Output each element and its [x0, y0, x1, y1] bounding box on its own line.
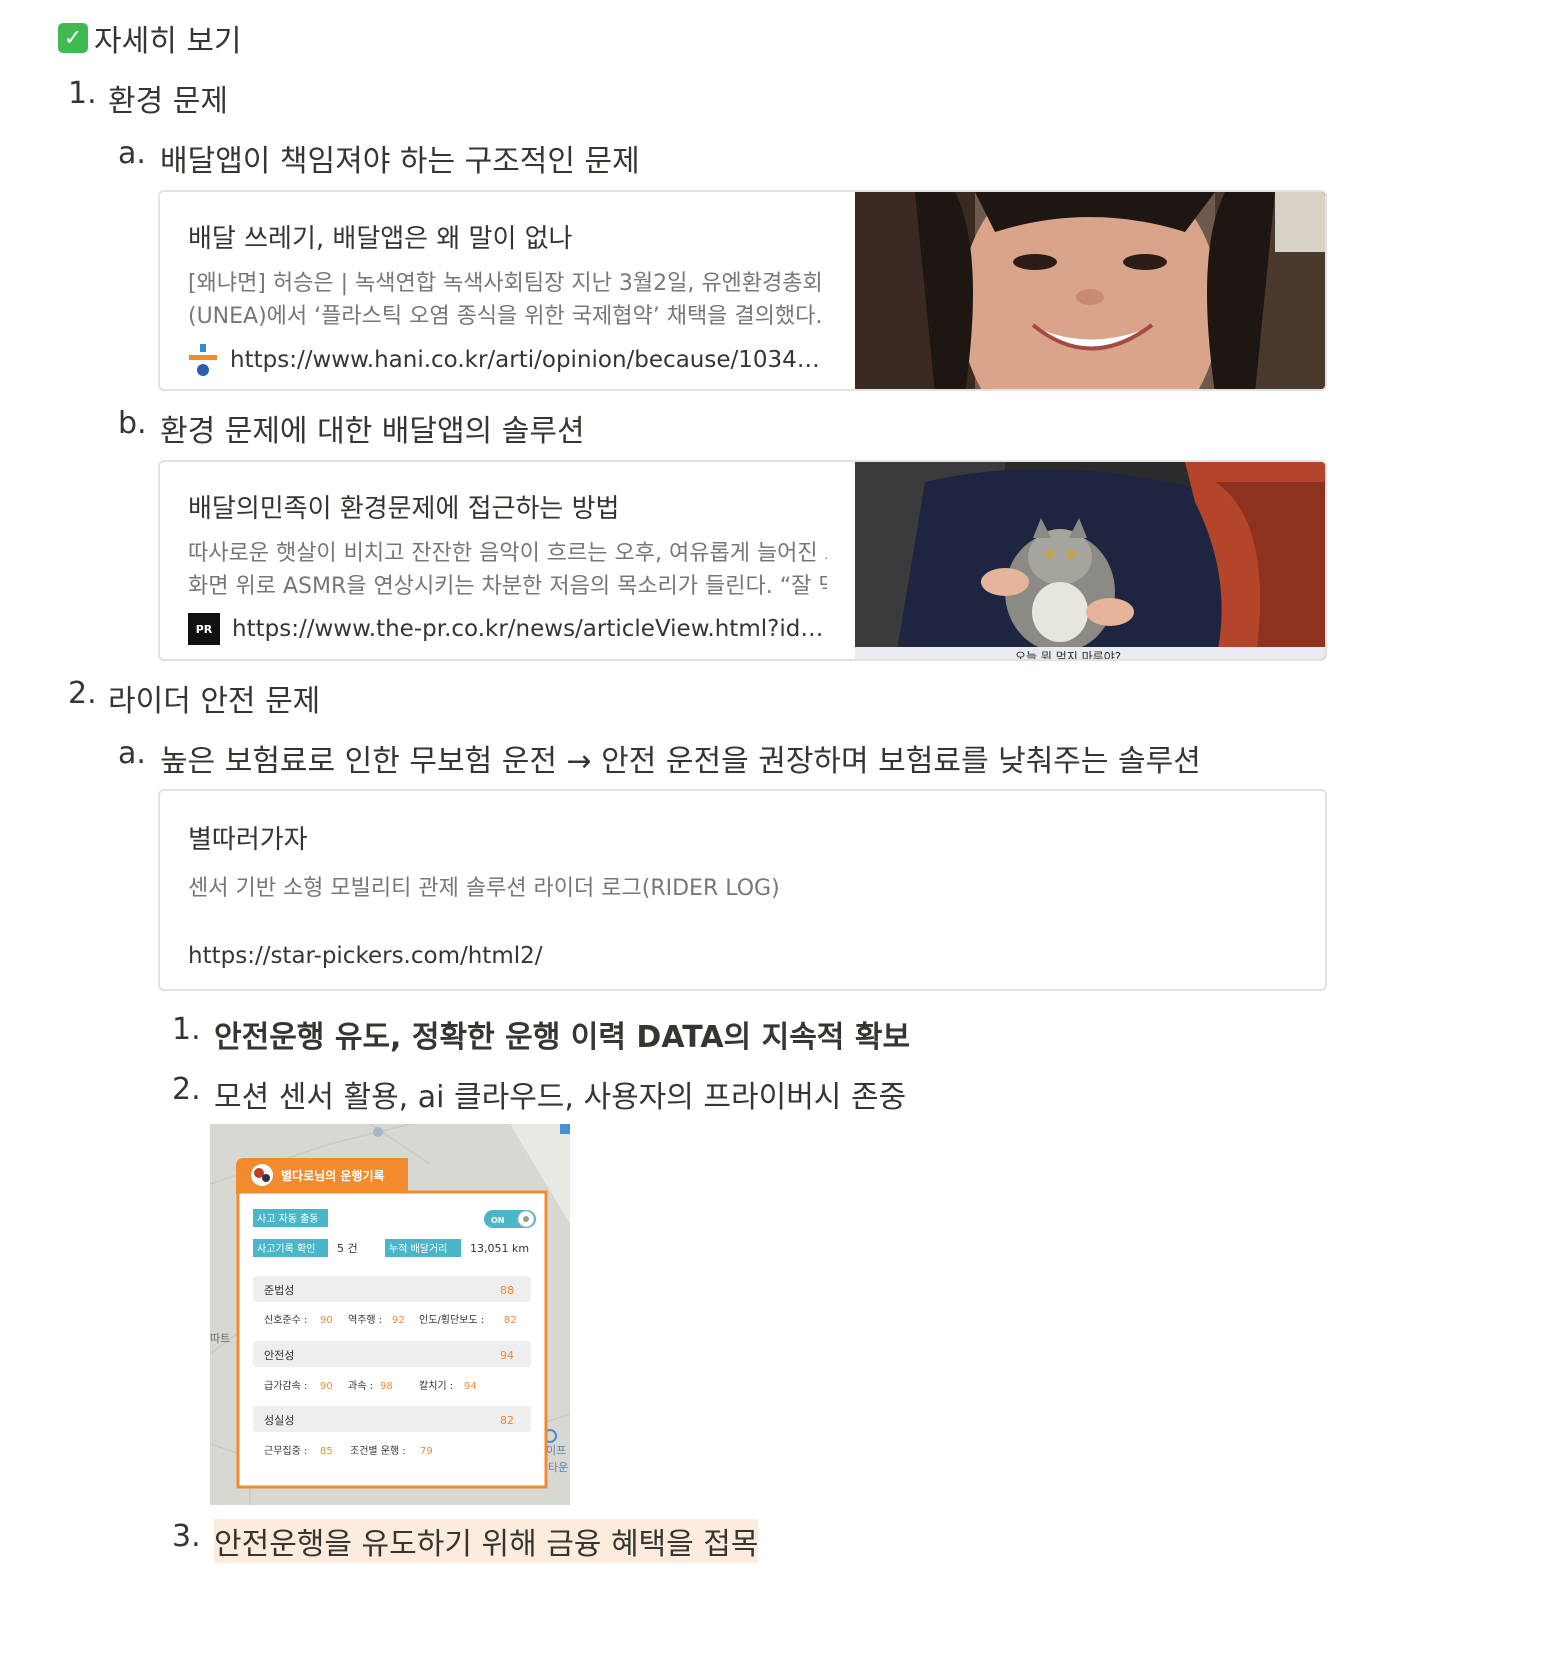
- item-marker: 1.: [172, 1012, 201, 1047]
- item-text: 모션 센서 활용, ai 클라우드, 사용자의 프라이버시 존중: [214, 1080, 907, 1115]
- map-label: 이프: [546, 1444, 566, 1457]
- item-marker: 3.: [172, 1519, 201, 1554]
- sub-metric-label: 인도/횡단보도 :: [419, 1314, 484, 1326]
- sub-metric-label: 역주행 :: [348, 1314, 382, 1326]
- sub-metric-value: 94: [464, 1381, 477, 1392]
- sub-metric-label: 급가감속 :: [264, 1380, 307, 1392]
- card-title: 별따러가자: [188, 825, 308, 855]
- card-url[interactable]: PR https://www.the-pr.co.kr/news/article…: [188, 613, 827, 645]
- woman-smiling-photo: [855, 192, 1325, 389]
- sub-item-b: b. 환경 문제에 대한 배달앱의 솔루션: [118, 406, 585, 450]
- card-title: 배달 쓰레기, 배달앱은 왜 말이 없나: [188, 224, 573, 254]
- category-name: 성실성: [264, 1414, 294, 1427]
- sub-metric-label: 근무집중 :: [264, 1445, 307, 1457]
- card-description: 따사로운 햇살이 비치고 잔잔한 음악이 흐르는 오후, 여유롭게 늘어진 고양…: [188, 541, 827, 599]
- item-marker: 2.: [172, 1072, 201, 1107]
- sub-metric-value: 90: [320, 1381, 333, 1392]
- card-title: 배달의민족이 환경문제에 접근하는 방법: [188, 494, 620, 524]
- category-name: 준법성: [264, 1284, 294, 1297]
- bookmark-card-hani[interactable]: 배달 쓰레기, 배달앱은 왜 말이 없나 [왜냐면] 허승은 | 녹색연합 녹색…: [158, 190, 1327, 391]
- sub-metric-label: 조건별 운행 :: [350, 1445, 406, 1457]
- sub-text: 배달앱이 책임져야 하는 구조적인 문제: [160, 144, 640, 179]
- rider-log-screenshot: 따트 이프 타운 별다로님의 운행기록 사고 자동 출동 ON 사고기록 확인 …: [210, 1124, 570, 1505]
- sub-metric-value: 79: [420, 1446, 433, 1457]
- sub-metric-value: 98: [380, 1381, 393, 1392]
- section-header: ✓ 자세히 보기: [58, 16, 242, 60]
- category-name: 안전성: [264, 1349, 294, 1362]
- hani-logo-icon: [188, 343, 218, 377]
- sub-item-a: a. 배달앱이 책임져야 하는 구조적인 문제: [118, 136, 640, 180]
- header-title: 자세히 보기: [94, 24, 242, 59]
- thumb-caption: 오늘 뭐 먹지 마루야?: [1015, 650, 1121, 659]
- sub-marker: a.: [118, 736, 146, 771]
- check-mark-icon: ✓: [58, 23, 88, 53]
- sub-metric-value: 90: [320, 1315, 333, 1326]
- accident-count: 5 건: [337, 1242, 358, 1255]
- sub-metric-value: 82: [504, 1315, 517, 1326]
- category-score: 94: [500, 1349, 514, 1362]
- numbered-item-1: 1. 안전운행 유도, 정확한 운행 이력 DATA의 지속적 확보: [172, 1012, 910, 1056]
- sub-item-a: a. 높은 보험료로 인한 무보험 운전 → 안전 운전을 권장하며 보험료를 …: [118, 736, 1201, 780]
- bookmark-card-the-pr[interactable]: 배달의민족이 환경문제에 접근하는 방법 따사로운 햇살이 비치고 잔잔한 음악…: [158, 460, 1327, 661]
- list-number: 2.: [68, 676, 97, 711]
- sub-text: 높은 보험료로 인한 무보험 운전 → 안전 운전을 권장하며 보험료를 낮춰주…: [160, 744, 1201, 779]
- sub-metric-value: 85: [320, 1446, 333, 1457]
- card-description: 센서 기반 소형 모빌리티 관제 솔루션 라이더 로그(RIDER LOG): [188, 876, 780, 901]
- sub-text: 환경 문제에 대한 배달앱의 솔루션: [160, 414, 585, 449]
- person-holding-cat-photo: 오늘 뭐 먹지 마루야?: [855, 462, 1325, 659]
- sub-metric-label: 과속 :: [348, 1380, 373, 1392]
- accident-record-badge: 사고기록 확인: [257, 1243, 315, 1255]
- rider-card-title: 별다로님의 운행기록: [281, 1168, 385, 1183]
- distance-badge: 누적 배달거리: [389, 1243, 447, 1255]
- toggle-label: ON: [491, 1216, 505, 1225]
- sub-metric-label: 신호준수 :: [264, 1314, 307, 1326]
- map-label: 따트: [210, 1332, 230, 1345]
- category-score: 88: [500, 1284, 514, 1297]
- list-item-rider-safety: 2. 라이더 안전 문제: [68, 676, 320, 720]
- list-title: 라이더 안전 문제: [108, 684, 321, 719]
- the-pr-logo-icon: PR: [188, 613, 220, 645]
- map-label: 타운: [548, 1461, 568, 1474]
- list-title: 환경 문제: [108, 84, 228, 119]
- sub-marker: a.: [118, 136, 146, 171]
- sub-metric-label: 칼치기 :: [419, 1379, 453, 1392]
- bookmark-card-star-pickers[interactable]: 별따러가자 센서 기반 소형 모빌리티 관제 솔루션 라이더 로그(RIDER …: [158, 789, 1327, 991]
- card-description: [왜냐면] 허승은 | 녹색연합 녹색사회팀장 지난 3월2일, 유엔환경총회 …: [188, 271, 827, 329]
- item-text-highlighted: 안전운행을 유도하기 위해 금융 혜택을 접목: [214, 1519, 759, 1563]
- distance-value: 13,051 km: [470, 1242, 529, 1255]
- auto-report-badge: 사고 자동 출동: [257, 1213, 319, 1225]
- list-item-environment: 1. 환경 문제: [68, 76, 228, 120]
- card-url[interactable]: https://star-pickers.com/html2/: [188, 943, 1297, 969]
- sub-metric-value: 92: [392, 1315, 405, 1326]
- card-url[interactable]: https://www.hani.co.kr/arti/opinion/beca…: [188, 343, 827, 377]
- numbered-item-2: 2. 모션 센서 활용, ai 클라우드, 사용자의 프라이버시 존중: [172, 1072, 906, 1116]
- category-score: 82: [500, 1414, 514, 1427]
- sub-marker: b.: [118, 406, 147, 441]
- numbered-item-3: 3. 안전운행을 유도하기 위해 금융 혜택을 접목: [172, 1519, 759, 1563]
- list-number: 1.: [68, 76, 97, 111]
- item-text: 안전운행 유도, 정확한 운행 이력 DATA의 지속적 확보: [214, 1020, 911, 1055]
